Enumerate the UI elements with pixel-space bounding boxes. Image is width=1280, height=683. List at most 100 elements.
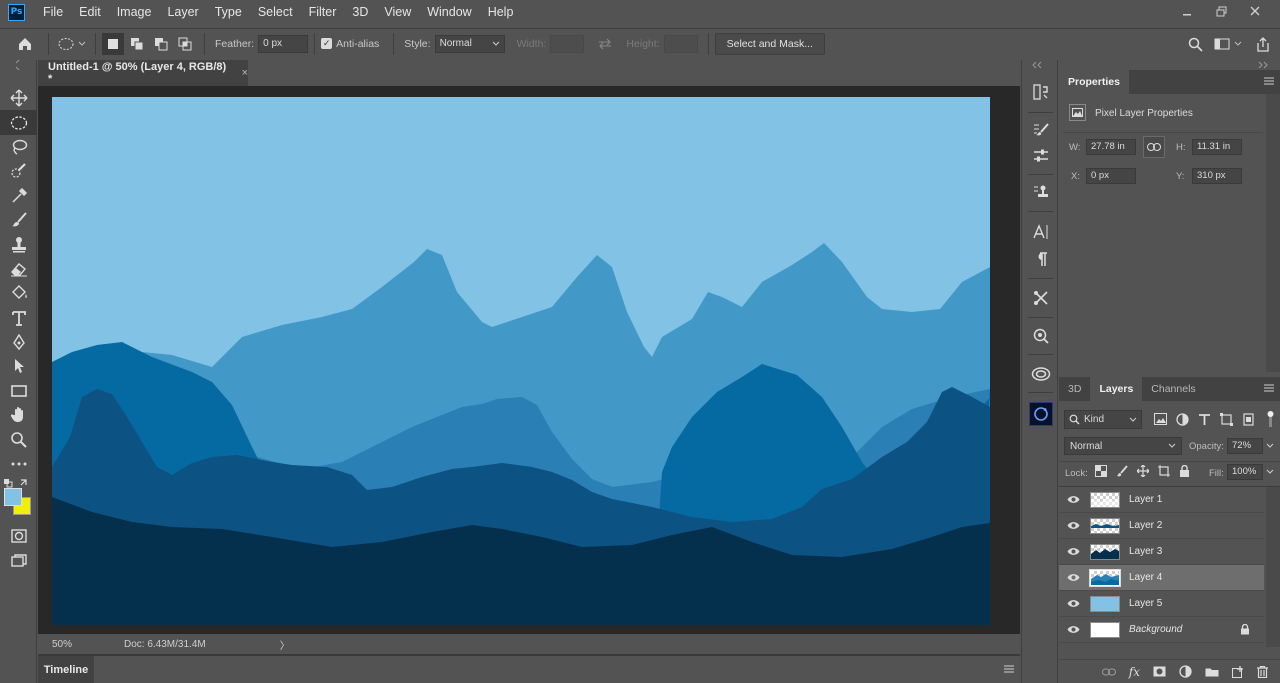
- tab-3d[interactable]: 3D: [1059, 377, 1090, 401]
- eye-icon[interactable]: [1059, 573, 1087, 582]
- eye-icon[interactable]: [1059, 521, 1087, 530]
- tab-channels[interactable]: Channels: [1142, 377, 1204, 401]
- layer-row[interactable]: Layer 5: [1059, 591, 1264, 617]
- lock-all-icon[interactable]: [1179, 465, 1190, 477]
- zoom-level[interactable]: 50%: [52, 639, 112, 650]
- antialias-checkbox[interactable]: ✓: [321, 38, 333, 49]
- layer-row[interactable]: Layer 1: [1059, 487, 1264, 513]
- blend-mode-select[interactable]: Normal: [1064, 437, 1182, 455]
- pen-tool-icon[interactable]: [0, 330, 37, 354]
- fill-dropdown-icon[interactable]: [1263, 464, 1277, 480]
- new-group-icon[interactable]: [1205, 666, 1219, 677]
- layer-row[interactable]: Layer 2: [1059, 513, 1264, 539]
- close-tab-icon[interactable]: ×: [242, 67, 248, 79]
- eye-icon[interactable]: [1059, 625, 1087, 634]
- layers-scrollbar[interactable]: [1266, 487, 1280, 647]
- panel-menu-icon[interactable]: [1264, 76, 1274, 86]
- quick-selection-tool-icon[interactable]: [0, 159, 37, 183]
- collapse-arrows-icon[interactable]: [1022, 60, 1058, 70]
- share-icon[interactable]: [1252, 33, 1274, 55]
- canvas-area[interactable]: [38, 86, 1020, 634]
- brush-settings-icon[interactable]: [1029, 118, 1053, 142]
- history-icon[interactable]: [1029, 80, 1053, 104]
- lock-position-icon[interactable]: [1137, 465, 1149, 477]
- menu-edit[interactable]: Edit: [71, 0, 109, 24]
- menu-file[interactable]: File: [35, 0, 71, 24]
- quick-mask-icon[interactable]: [0, 524, 37, 548]
- home-icon[interactable]: [14, 33, 36, 55]
- fill-input[interactable]: 100%: [1227, 464, 1263, 480]
- paint-bucket-tool-icon[interactable]: [0, 281, 37, 305]
- menu-type[interactable]: Type: [207, 0, 250, 24]
- libraries-search-icon[interactable]: [1029, 324, 1053, 348]
- width-prop-input[interactable]: 27.78 in: [1086, 139, 1136, 155]
- lasso-tool-icon[interactable]: [0, 135, 37, 159]
- new-fill-layer-icon[interactable]: [1179, 665, 1192, 678]
- layer-row[interactable]: Layer 3: [1059, 539, 1264, 565]
- style-select[interactable]: Normal: [434, 34, 505, 53]
- eye-icon[interactable]: [1059, 599, 1087, 608]
- eyedropper-tool-icon[interactable]: [0, 184, 37, 208]
- menu-image[interactable]: Image: [109, 0, 160, 24]
- tab-layers[interactable]: Layers: [1090, 377, 1143, 401]
- menu-3d[interactable]: 3D: [344, 0, 376, 24]
- minimize-button[interactable]: [1170, 0, 1204, 22]
- swap-icon[interactable]: [594, 33, 616, 55]
- move-tool-icon[interactable]: [0, 86, 37, 110]
- menu-window[interactable]: Window: [419, 0, 479, 24]
- layer-filter-select[interactable]: Kind: [1064, 410, 1142, 429]
- creative-cloud-icon[interactable]: [1029, 362, 1053, 386]
- type-tool-icon[interactable]: [0, 306, 37, 330]
- elliptical-marquee-icon[interactable]: [55, 33, 89, 55]
- feather-input[interactable]: 0 px: [258, 34, 309, 53]
- new-layer-icon[interactable]: [1232, 665, 1244, 678]
- tool-presets-icon[interactable]: [1029, 286, 1053, 310]
- discover-icon[interactable]: [1029, 402, 1053, 426]
- menu-layer[interactable]: Layer: [159, 0, 206, 24]
- layer-row[interactable]: Background: [1059, 617, 1264, 643]
- delete-layer-icon[interactable]: [1257, 665, 1268, 678]
- clone-source-icon[interactable]: [1029, 180, 1053, 204]
- rectangle-tool-icon[interactable]: [0, 379, 37, 403]
- opacity-input[interactable]: 72%: [1227, 438, 1263, 454]
- lock-transparent-icon[interactable]: [1095, 465, 1107, 477]
- opacity-dropdown-icon[interactable]: [1263, 438, 1277, 454]
- foreground-color-swatch[interactable]: [4, 488, 22, 507]
- layer-row-selected[interactable]: Layer 4: [1059, 565, 1264, 591]
- canvas-artwork[interactable]: [52, 97, 990, 625]
- status-arrow-icon[interactable]: 〉: [280, 637, 290, 652]
- width-input[interactable]: [550, 34, 585, 53]
- add-mask-icon[interactable]: [1153, 666, 1166, 677]
- y-prop-input[interactable]: 310 px: [1192, 168, 1242, 184]
- timeline-tab[interactable]: Timeline: [38, 656, 94, 683]
- workspace-icon[interactable]: [1212, 33, 1246, 55]
- height-input[interactable]: [663, 34, 698, 53]
- filter-toggle[interactable]: [1267, 410, 1274, 428]
- stamp-tool-icon[interactable]: [0, 232, 37, 256]
- panel-menu-icon[interactable]: [1264, 383, 1274, 393]
- adjustments-icon[interactable]: [1029, 144, 1053, 168]
- search-icon[interactable]: [1184, 33, 1206, 55]
- character-icon[interactable]: [1029, 220, 1053, 244]
- panel-menu-icon[interactable]: [1004, 664, 1014, 677]
- screen-mode-icon[interactable]: [0, 549, 37, 573]
- brush-tool-icon[interactable]: [0, 208, 37, 232]
- height-prop-input[interactable]: 11.31 in: [1192, 139, 1242, 155]
- lock-pixels-icon[interactable]: [1116, 465, 1128, 477]
- lock-artboard-icon[interactable]: [1158, 465, 1170, 477]
- eraser-tool-icon[interactable]: [0, 257, 37, 281]
- menu-filter[interactable]: Filter: [301, 0, 345, 24]
- restore-button[interactable]: [1204, 0, 1238, 22]
- more-tools-icon[interactable]: [0, 452, 37, 476]
- eye-icon[interactable]: [1059, 547, 1087, 556]
- elliptical-marquee-tool-icon[interactable]: [0, 110, 37, 135]
- intersect-selection-icon[interactable]: [174, 33, 196, 55]
- link-layers-icon[interactable]: [1101, 667, 1116, 677]
- paragraph-icon[interactable]: [1029, 247, 1053, 271]
- properties-scrollbar[interactable]: [1266, 94, 1280, 372]
- document-info[interactable]: Doc: 6.43M/31.4M: [124, 639, 206, 650]
- x-prop-input[interactable]: 0 px: [1086, 168, 1136, 184]
- select-and-mask-button[interactable]: Select and Mask...: [714, 32, 825, 55]
- hand-tool-icon[interactable]: [0, 403, 37, 427]
- tab-properties[interactable]: Properties: [1059, 70, 1129, 94]
